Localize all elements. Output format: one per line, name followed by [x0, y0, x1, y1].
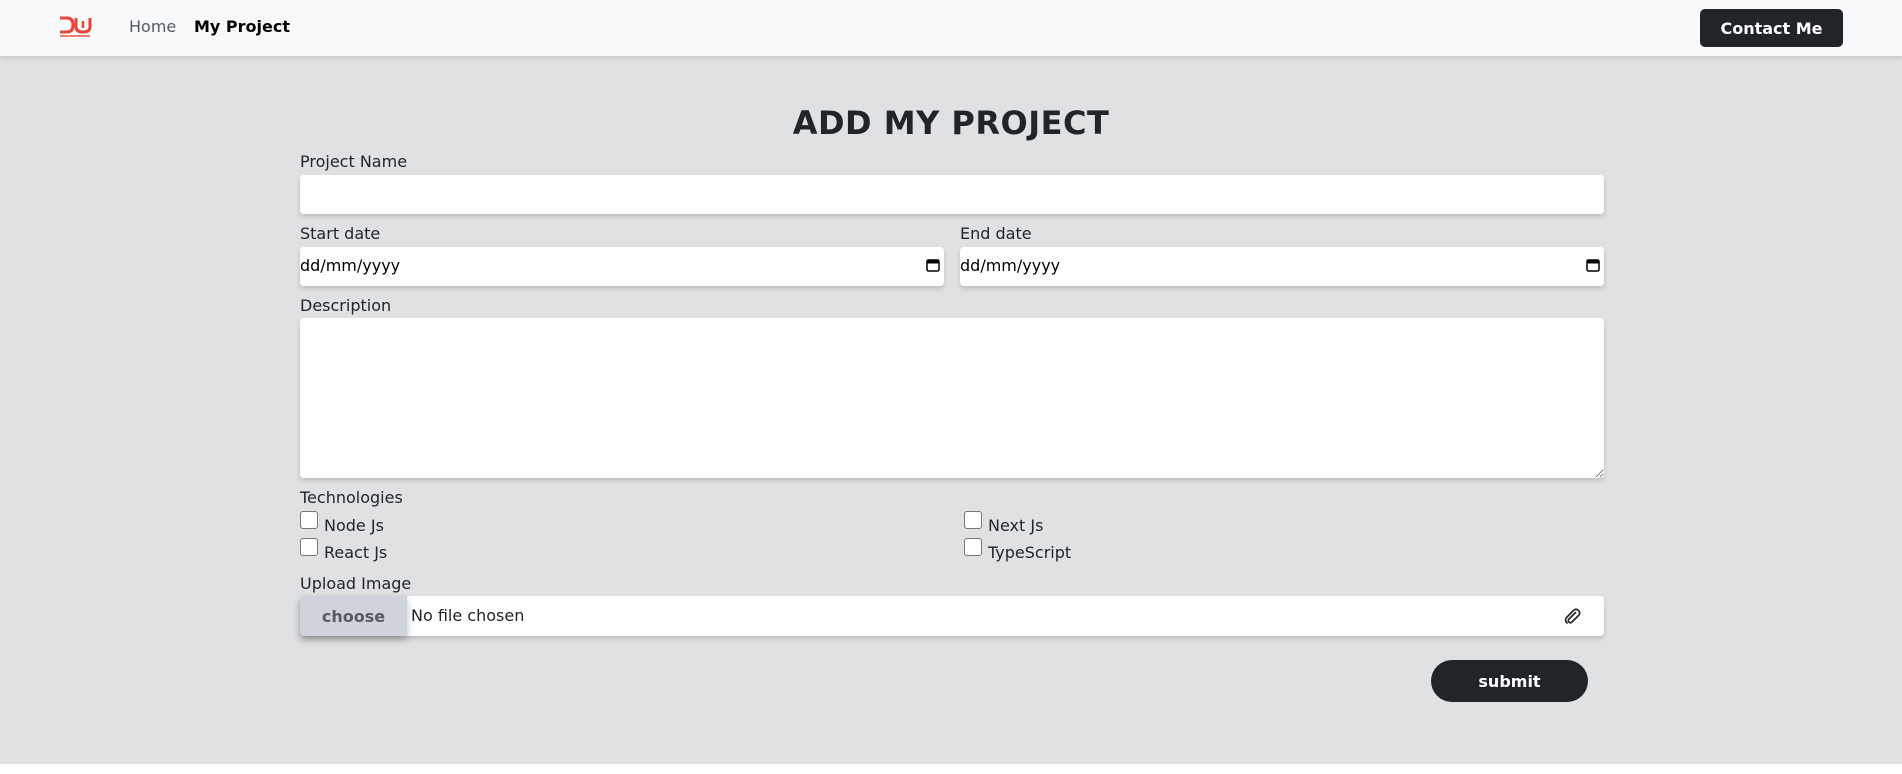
technologies-label: Technologies	[300, 488, 403, 507]
typescript-checkbox[interactable]	[964, 538, 982, 556]
dw-logo-icon[interactable]	[58, 16, 92, 40]
next-js-label: Next Js	[988, 516, 1044, 535]
description-label: Description	[300, 296, 392, 315]
nav-my-project-link[interactable]: My Project	[194, 17, 290, 36]
typescript-label: TypeScript	[988, 543, 1072, 562]
start-date-value: dd/mm/yyyy	[300, 256, 401, 275]
paperclip-icon[interactable]	[1563, 607, 1581, 625]
node-js-label: Node Js	[324, 516, 384, 535]
description-textarea[interactable]	[300, 318, 1604, 478]
next-js-checkbox[interactable]	[964, 511, 982, 529]
navbar: Home My Project Contact Me	[0, 0, 1902, 56]
react-js-label: React Js	[324, 543, 388, 562]
choose-file-button[interactable]: choose	[300, 596, 407, 636]
react-js-checkbox[interactable]	[300, 538, 318, 556]
end-date-value: dd/mm/yyyy	[960, 256, 1061, 275]
end-date-label: End date	[960, 224, 1032, 243]
file-status-text: No file chosen	[411, 606, 525, 625]
start-date-input[interactable]: dd/mm/yyyy	[300, 247, 944, 286]
node-js-checkbox[interactable]	[300, 511, 318, 529]
page-bottom-strip	[0, 764, 1902, 774]
upload-image-label: Upload Image	[300, 574, 412, 593]
end-date-input[interactable]: dd/mm/yyyy	[960, 247, 1604, 286]
page-title: ADD MY PROJECT	[792, 104, 1110, 142]
start-date-label: Start date	[300, 224, 381, 243]
project-name-input[interactable]	[300, 175, 1604, 214]
calendar-icon[interactable]	[926, 258, 940, 272]
project-name-label: Project Name	[300, 152, 408, 171]
nav-home-link[interactable]: Home	[129, 17, 176, 36]
submit-button[interactable]: submit	[1431, 660, 1588, 702]
contact-me-button[interactable]: Contact Me	[1700, 9, 1843, 47]
calendar-icon[interactable]	[1586, 258, 1600, 272]
